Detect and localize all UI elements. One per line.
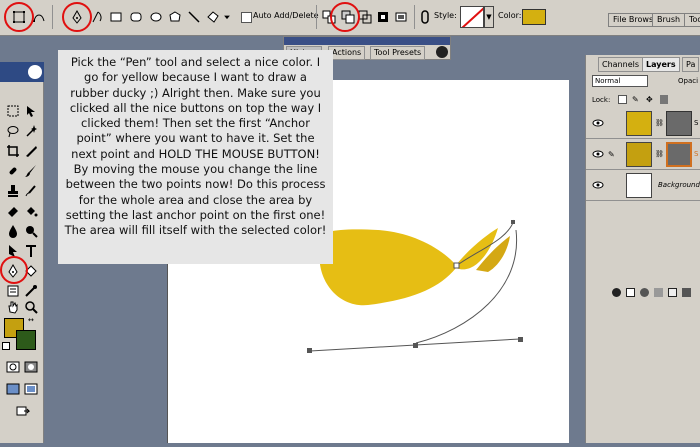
tab-actions[interactable]: Actions [328, 46, 366, 60]
anchor-point [413, 343, 418, 348]
history-brush-icon[interactable] [22, 182, 40, 200]
chain-link-icon[interactable]: ⛓ [655, 150, 664, 160]
dock-tab-tool-presets[interactable]: Tool [684, 13, 700, 27]
line-shape-icon[interactable] [185, 8, 203, 26]
new-layer-icon[interactable] [668, 288, 677, 297]
layer-style-icon[interactable] [612, 288, 621, 297]
visibility-eye-icon[interactable] [592, 181, 604, 189]
ellipse-shape-icon[interactable] [147, 8, 165, 26]
tab-layers[interactable]: Layers [642, 57, 680, 72]
vector-mask-thumbnail [666, 111, 692, 136]
polygon-shape-icon[interactable] [166, 8, 184, 26]
visibility-eye-icon[interactable] [592, 150, 604, 158]
highlight-circle [62, 2, 92, 32]
palette-menu-icon[interactable] [436, 46, 448, 58]
background-color-swatch[interactable] [16, 330, 36, 350]
quick-mask-icon[interactable] [22, 358, 40, 376]
tab-paths[interactable]: Pa [682, 57, 700, 72]
eraser-tool-icon[interactable] [4, 202, 22, 220]
healing-brush-icon[interactable] [4, 162, 22, 180]
auto-add-delete-checkbox[interactable] [241, 12, 252, 23]
rectangle-shape-icon[interactable] [107, 8, 125, 26]
anchor-point [511, 220, 515, 224]
blend-mode-select[interactable]: Normal [592, 75, 648, 87]
highlight-circle [4, 2, 34, 32]
add-mask-icon[interactable] [626, 288, 635, 297]
style-dropdown-icon[interactable]: ▼ [484, 6, 494, 28]
layers-panel: Channels Layers Pa Normal Opaci Lock: ✎ … [585, 55, 700, 443]
toolbox: ↔ [0, 62, 44, 443]
toolbox-header [0, 62, 44, 82]
anchor-point [307, 348, 312, 353]
swap-colors-icon[interactable]: ↔ [28, 316, 38, 324]
color-label: Color: [498, 11, 522, 20]
tab-channels[interactable]: Channels [598, 57, 644, 72]
link-layer-style-icon[interactable] [416, 8, 434, 26]
dock-tab-file-browser[interactable]: File Brows [608, 13, 659, 27]
layer-name: S [694, 150, 699, 158]
tutorial-callout: Pick the “Pen” tool and select a nice co… [58, 50, 333, 264]
style-picker[interactable] [460, 6, 484, 28]
layer-row-background[interactable]: Background [586, 171, 700, 201]
blur-tool-icon[interactable] [4, 222, 22, 240]
move-tool-icon[interactable] [22, 102, 40, 120]
layer-thumbnail [626, 111, 652, 136]
slice-tool-icon[interactable] [22, 142, 40, 160]
highlight-circle [0, 256, 28, 284]
lock-label: Lock: [592, 96, 611, 104]
new-fill-layer-icon[interactable] [640, 288, 649, 297]
jump-to-imageready-icon[interactable] [12, 402, 34, 420]
layer-thumbnail [626, 173, 652, 198]
rounded-rectangle-icon[interactable] [127, 8, 145, 26]
delete-layer-icon[interactable] [682, 288, 691, 297]
auto-add-delete-label: Auto Add/Delete [253, 11, 319, 20]
dodge-tool-icon[interactable] [22, 222, 40, 240]
layer-name: S [694, 119, 699, 127]
brush-link-icon: ✎ [608, 150, 615, 159]
palette-title-bar [284, 37, 450, 45]
visibility-eye-icon[interactable] [592, 119, 604, 127]
layer-row[interactable]: ⛓ S [586, 109, 700, 139]
custom-shape-icon[interactable] [204, 8, 222, 26]
zoom-tool-icon[interactable] [22, 298, 40, 316]
type-tool-icon[interactable] [22, 242, 40, 260]
combine-shapes-button[interactable] [392, 8, 410, 26]
yellow-filled-shape [317, 228, 498, 306]
shape-dropdown-icon[interactable] [222, 8, 232, 26]
paint-bucket-icon[interactable] [22, 202, 40, 220]
lock-all-icon[interactable] [660, 95, 668, 104]
tab-tool-presets[interactable]: Tool Presets [370, 46, 426, 60]
lock-transparency-icon[interactable] [618, 95, 627, 104]
anchor-point [518, 337, 523, 342]
lock-position-icon[interactable]: ✥ [646, 95, 655, 104]
adobe-online-icon[interactable] [28, 65, 42, 79]
layer-thumbnail [626, 142, 652, 167]
clone-stamp-icon[interactable] [4, 182, 22, 200]
vector-mask-thumbnail [666, 142, 692, 167]
screen-mode-full-icon[interactable] [22, 380, 40, 398]
default-colors-icon[interactable] [2, 342, 10, 350]
color-swatch[interactable] [522, 9, 546, 25]
magic-wand-icon[interactable] [22, 122, 40, 140]
screen-mode-standard-icon[interactable] [4, 380, 22, 398]
layer-name: Background [658, 181, 700, 189]
highlight-circle [330, 2, 360, 32]
exclude-overlap-button[interactable] [374, 8, 392, 26]
anchor-point [453, 262, 460, 269]
marquee-tool-icon[interactable] [4, 102, 22, 120]
new-group-icon[interactable] [654, 288, 663, 297]
lock-pixels-icon[interactable]: ✎ [632, 95, 641, 104]
lasso-tool-icon[interactable] [4, 122, 22, 140]
crop-tool-icon[interactable] [4, 142, 22, 160]
standard-mode-icon[interactable] [4, 358, 22, 376]
opacity-label: Opaci [678, 77, 699, 85]
chain-link-icon[interactable]: ⛓ [655, 119, 664, 129]
layer-row-selected[interactable]: ✎ ⛓ S [586, 140, 700, 170]
style-label: Style: [434, 11, 457, 20]
hand-tool-icon[interactable] [4, 298, 22, 316]
brush-tool-icon[interactable] [22, 162, 40, 180]
dock-tab-brushes[interactable]: Brush [652, 13, 686, 27]
